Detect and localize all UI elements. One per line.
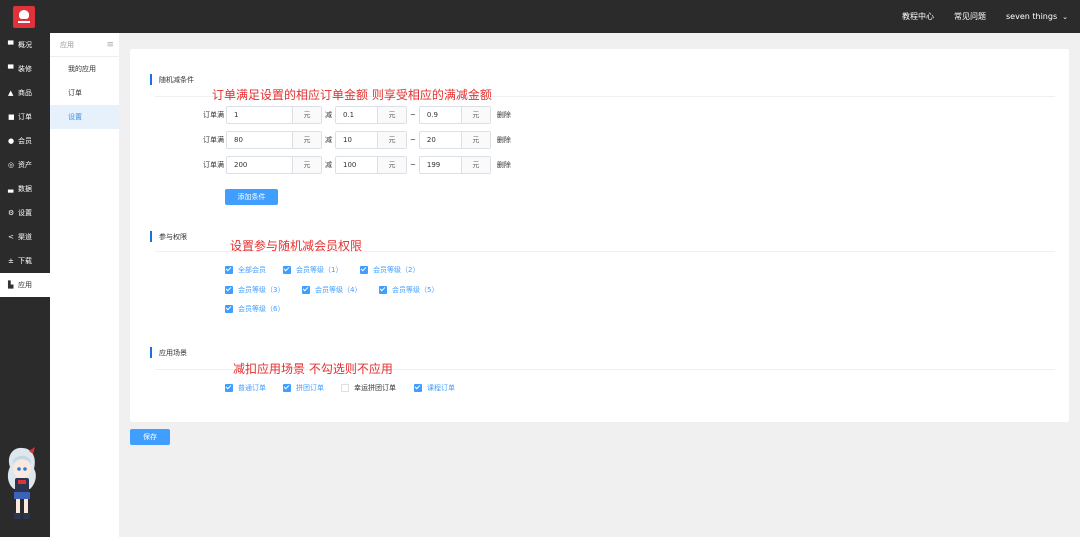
section-title-conditions: 随机减条件 <box>150 74 194 85</box>
main-sidebar: ▀ 概况 ▀ 装修 ▲ 商品 ■ 订单 ● 会员 ◎ 资产 ▃ 数据 ⚙ 设置 < 渠道 ± 下载 … <box>0 33 50 537</box>
sidebar-item-apps[interactable]: ▙ 应用 <box>0 273 50 297</box>
checkbox-checked-icon <box>302 286 310 294</box>
delete-condition-button[interactable]: 删除 <box>497 160 511 170</box>
top-bar: 教程中心 常见问题 seven things ⌄ <box>0 0 1080 33</box>
min-reduce-input[interactable]: 100 元 <box>335 156 407 174</box>
share-icon: < <box>8 233 14 241</box>
checkbox-checked-icon <box>225 286 233 294</box>
faq-link[interactable]: 常见问题 <box>954 11 986 22</box>
top-links: 教程中心 常见问题 seven things ⌄ <box>902 0 1068 33</box>
min-reduce-input[interactable]: 10 元 <box>335 131 407 149</box>
order-amount-label: 订单满 <box>203 111 224 119</box>
monitor-icon: ▀ <box>8 65 14 73</box>
max-reduce-input[interactable]: 20 元 <box>418 131 491 149</box>
user-menu[interactable]: seven things ⌄ <box>1006 12 1068 21</box>
sidebar-item-channels[interactable]: < 渠道 <box>0 225 50 249</box>
range-separator: ~ <box>410 111 416 119</box>
section-title-scene: 应用场景 <box>150 347 187 358</box>
condition-row: 订单满 1元 减 0.1 元 ~ 0.9 元 删除 <box>196 106 511 124</box>
monitor-icon: ▀ <box>8 41 14 49</box>
order-amount-input[interactable]: 80 元 <box>226 131 322 149</box>
download-icon: ± <box>8 257 14 265</box>
scene-checkbox-group-order[interactable]: 拼团订单 <box>283 383 324 393</box>
member-checkbox-level-3[interactable]: 会员等级（3） <box>225 285 284 295</box>
checkbox-checked-icon <box>414 384 422 392</box>
permission-annotation: 设置参与随机减会员权限 <box>230 239 363 253</box>
checkbox-checked-icon <box>225 266 233 274</box>
checkbox-checked-icon <box>225 384 233 392</box>
scene-checkbox-lucky-group-order[interactable]: 幸运拼团订单 <box>341 383 396 393</box>
bar-chart-icon: ▃ <box>8 185 14 193</box>
sidebar-item-download[interactable]: ± 下载 <box>0 249 50 273</box>
subnav-item-my-apps[interactable]: 我的应用 <box>50 57 119 81</box>
section-title-permission: 参与权限 <box>150 231 187 242</box>
subnav-item-settings[interactable]: 设置 <box>50 105 119 129</box>
checkbox-checked-icon <box>283 266 291 274</box>
condition-row: 订单满 80 元 减 10 元 ~ 20 元 删除 <box>196 131 511 149</box>
sidebar-item-data[interactable]: ▃ 数据 <box>0 177 50 201</box>
member-checkbox-level-4[interactable]: 会员等级（4） <box>302 285 361 295</box>
order-amount-input[interactable]: 200 元 <box>226 156 322 174</box>
gear-icon: ⚙ <box>8 209 15 217</box>
checkbox-checked-icon <box>379 286 387 294</box>
max-reduce-input[interactable]: 199 元 <box>418 156 491 174</box>
sidebar-item-assets[interactable]: ◎ 资产 <box>0 153 50 177</box>
add-condition-button[interactable]: 添加条件 <box>225 189 278 205</box>
checkbox-checked-icon <box>360 266 368 274</box>
conditions-annotation: 订单满足设置的相应订单金额 则享受相应的满减金额 <box>212 88 492 102</box>
menu-collapse-icon[interactable]: ≡ <box>106 40 114 50</box>
checkbox-checked-icon <box>283 384 291 392</box>
max-reduce-input[interactable]: 0.9 元 <box>418 106 491 124</box>
chevron-down-icon: ⌄ <box>1062 13 1068 21</box>
order-amount-input[interactable]: 1元 <box>226 106 322 124</box>
reduce-word: 减 <box>325 111 332 119</box>
mascot-character-icon <box>7 447 36 519</box>
sidebar-item-members[interactable]: ● 会员 <box>0 129 50 153</box>
member-checkbox-level-2[interactable]: 会员等级（2） <box>360 265 419 275</box>
member-checkbox-level-1[interactable]: 会员等级（1） <box>283 265 342 275</box>
subnav-item-orders[interactable]: 订单 <box>50 81 119 105</box>
sidebar-item-settings[interactable]: ⚙ 设置 <box>0 201 50 225</box>
save-button[interactable]: 保存 <box>130 429 170 445</box>
condition-row: 订单满 200 元 减 100 元 ~ 199 元 删除 <box>196 156 511 174</box>
sidebar-item-orders[interactable]: ■ 订单 <box>0 105 50 129</box>
document-icon: ■ <box>8 113 15 121</box>
range-separator: ~ <box>410 161 416 169</box>
sidebar-item-goods[interactable]: ▲ 商品 <box>0 81 50 105</box>
member-checkbox-all[interactable]: 全部会员 <box>225 265 266 275</box>
sidebar-item-decoration[interactable]: ▀ 装修 <box>0 57 50 81</box>
coin-icon: ◎ <box>8 161 15 169</box>
app-icon: ▙ <box>8 281 14 289</box>
range-separator: ~ <box>410 136 416 144</box>
tutorial-center-link[interactable]: 教程中心 <box>902 11 934 22</box>
reduce-word: 减 <box>325 136 332 144</box>
member-checkbox-level-5[interactable]: 会员等级（5） <box>379 285 438 295</box>
subnav-title: 应用 <box>60 40 74 49</box>
bag-icon: ▲ <box>8 89 14 97</box>
settings-panel: 随机减条件 订单满足设置的相应订单金额 则享受相应的满减金额 订单满 1元 减 … <box>130 49 1069 422</box>
delete-condition-button[interactable]: 删除 <box>497 135 511 145</box>
scene-annotation: 减扣应用场景 不勾选则不应用 <box>233 362 393 376</box>
brand-logo-icon[interactable] <box>13 6 35 28</box>
scene-checkbox-course-order[interactable]: 课程订单 <box>414 383 455 393</box>
order-amount-label: 订单满 <box>203 136 224 144</box>
reduce-word: 减 <box>325 161 332 169</box>
user-name: seven things <box>1006 12 1058 21</box>
checkbox-unchecked-icon <box>341 384 349 392</box>
min-reduce-input[interactable]: 0.1 元 <box>335 106 407 124</box>
checkbox-checked-icon <box>225 305 233 313</box>
member-checkbox-level-6[interactable]: 会员等级（6） <box>225 304 284 314</box>
subnav-header: 应用 ≡ <box>50 33 119 57</box>
sidebar-item-overview[interactable]: ▀ 概况 <box>0 33 50 57</box>
delete-condition-button[interactable]: 删除 <box>497 110 511 120</box>
user-icon: ● <box>8 137 15 145</box>
sub-navigation: 应用 ≡ 我的应用 订单 设置 <box>50 33 119 537</box>
order-amount-label: 订单满 <box>203 161 224 169</box>
scene-checkbox-normal-order[interactable]: 普通订单 <box>225 383 266 393</box>
